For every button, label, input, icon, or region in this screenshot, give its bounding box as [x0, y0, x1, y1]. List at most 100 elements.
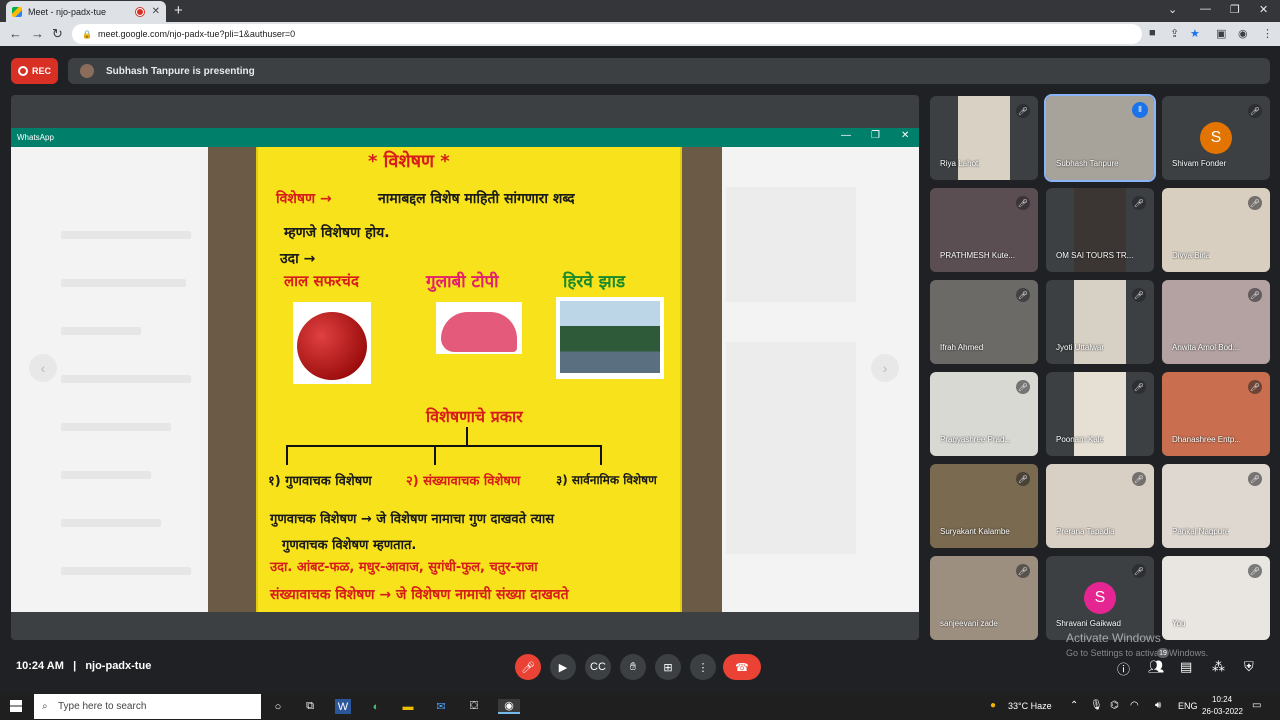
cortana-icon[interactable]: ○ — [270, 699, 286, 714]
recording-button[interactable]: REC — [11, 58, 58, 84]
microphone-off-button[interactable]: 🎤︎ — [515, 654, 541, 680]
hand-icon: ✋︎ — [629, 660, 637, 673]
store-icon[interactable]: ⛋ — [466, 699, 482, 714]
task-view-icon[interactable]: ⧉ — [302, 699, 318, 714]
windows-start-icon[interactable] — [10, 700, 22, 712]
side-panel-icon[interactable]: ▣ — [1216, 27, 1226, 40]
faded-chat-line — [61, 279, 186, 287]
mail-icon[interactable]: ✉ — [433, 699, 449, 714]
more-options-button[interactable]: ⋮ — [690, 654, 716, 680]
network-icon[interactable]: ⌬ — [1110, 700, 1119, 711]
tray-time[interactable]: 10:24 — [1212, 695, 1232, 704]
notifications-icon[interactable]: ▭ — [1252, 700, 1261, 711]
participant-tile[interactable]: 🎤︎ Suryakant Kalambe — [930, 464, 1038, 548]
profile-avatar-icon[interactable]: ◉ — [1238, 27, 1248, 40]
address-bar[interactable]: 🔒 meet.google.com/njo-padx-tue?pli=1&aut… — [72, 24, 1142, 44]
weather-icon[interactable]: ● — [990, 700, 996, 711]
new-tab-button[interactable]: + — [174, 2, 183, 19]
faded-chat-line — [61, 423, 171, 431]
faded-chat-line — [61, 375, 191, 383]
faded-media-box — [726, 187, 856, 302]
mic-muted-icon: 🎤︎ — [1132, 288, 1146, 302]
camera-button[interactable]: ▶ — [550, 654, 576, 680]
rec-label: REC — [31, 66, 51, 76]
reload-icon[interactable]: ↻ — [52, 26, 63, 42]
edge-icon[interactable]: ◐ — [368, 699, 384, 714]
taskbar-search-box[interactable]: ⌕ Type here to search — [34, 694, 261, 719]
participant-tile[interactable]: 🎤︎ Poonam Kale — [1046, 372, 1154, 456]
present-now-button[interactable]: ⊞ — [655, 654, 681, 680]
participant-tile[interactable]: 🎤︎ Dhanashree Entp... — [1162, 372, 1270, 456]
participant-tile[interactable]: 🎤︎ Divya Birla — [1162, 188, 1270, 272]
participant-tile[interactable]: 🎤︎ Riya Lahoti — [930, 96, 1038, 180]
back-arrow-icon[interactable]: ← — [9, 26, 22, 41]
participant-tile[interactable]: 🎤︎ Ifrah Ahmed — [930, 280, 1038, 364]
mic-muted-icon: 🎤︎ — [1016, 472, 1030, 486]
url-text: meet.google.com/njo-padx-tue?pli=1&authu… — [97, 29, 296, 39]
host-controls-icon[interactable]: ⛨ — [1244, 659, 1254, 675]
wifi-icon[interactable]: ◠ — [1130, 700, 1139, 711]
participant-tile[interactable]: 🎤︎ Anwita Amol Bod... — [1162, 280, 1270, 364]
raise-hand-button[interactable]: ✋︎ — [620, 654, 646, 680]
participant-tile[interactable]: 🎤︎ sanjeevani zade — [930, 556, 1038, 640]
participant-tile[interactable]: ⦀ Subhash Tanpure — [1044, 94, 1156, 182]
mic-muted-icon: 🎤︎ — [1016, 104, 1030, 118]
show-hidden-icons[interactable]: ⌃ — [1070, 700, 1078, 711]
file-explorer-icon[interactable]: ▬ — [400, 699, 416, 714]
bookmark-star-icon[interactable]: ★ — [1190, 27, 1200, 40]
windows-taskbar: ⌕ Type here to search ○ ⧉ W ◐ ▬ ✉ ⛋ ◉ ● … — [0, 693, 1280, 720]
participant-name: Anwita Amol Bod... — [1172, 343, 1240, 352]
mic-muted-icon: 🎤︎ — [1248, 196, 1262, 210]
word-icon[interactable]: W — [335, 699, 351, 714]
faded-chat-line — [61, 327, 141, 335]
poster-term: विशेषण → — [276, 191, 332, 207]
landscape-icon — [560, 301, 660, 373]
meeting-time: 10:24 AM — [16, 660, 64, 672]
people-icon[interactable]: 👥︎ — [1148, 659, 1165, 675]
participant-tile[interactable]: 🎤︎ Pragyashree Prad... — [930, 372, 1038, 456]
weather-text[interactable]: 33°C Haze — [1008, 701, 1052, 711]
shared-maximize-icon: ❐ — [871, 130, 880, 141]
participant-tile[interactable]: 🎤︎ You — [1162, 556, 1270, 640]
meeting-info[interactable]: 10:24 AM | njo-padx-tue — [16, 660, 151, 672]
faded-chat-line — [61, 471, 151, 479]
forward-arrow-icon[interactable]: → — [31, 26, 44, 41]
close-window-button[interactable]: ✕ — [1259, 3, 1268, 16]
participant-name: Divya Birla — [1172, 251, 1211, 260]
language-indicator[interactable]: ENG — [1178, 701, 1198, 711]
microphone-tray-icon[interactable]: 🎙︎ — [1090, 700, 1103, 711]
faded-media-box — [726, 342, 856, 554]
activities-icon[interactable]: ⁂ — [1212, 659, 1225, 675]
participant-name: sanjeevani zade — [940, 619, 998, 628]
participant-tile[interactable]: 🎤︎ Prerana Tapadia — [1046, 464, 1154, 548]
maximize-button[interactable]: ❐ — [1230, 3, 1240, 16]
participant-tile[interactable]: S 🎤︎ Shivam Fonder — [1162, 96, 1270, 180]
browser-tab-meet[interactable]: Meet - njo-padx-tue ✕ — [6, 1, 166, 22]
participant-tile[interactable]: 🎤︎ OM SAI TOURS TR... — [1046, 188, 1154, 272]
participant-tile[interactable]: S 🎤︎ Shravani Gaikwad — [1046, 556, 1154, 640]
participant-name: Subhash Tanpure — [1056, 159, 1119, 168]
tab-search-icon[interactable]: ⌄ — [1168, 3, 1177, 16]
captions-button[interactable]: CC — [585, 654, 611, 680]
minimize-button[interactable]: — — [1200, 3, 1211, 15]
camera-in-use-icon[interactable]: ■ — [1149, 27, 1156, 39]
cap-picture — [436, 302, 522, 354]
leave-call-button[interactable]: ☎︎ — [723, 654, 761, 680]
participant-tile[interactable]: 🎤︎ Pankaj Nagpure — [1162, 464, 1270, 548]
chrome-icon[interactable]: ◉ — [498, 699, 520, 714]
chat-icon[interactable]: ▤ — [1180, 659, 1192, 675]
participant-tile[interactable]: 🎤︎ PRATHMESH Kute... — [930, 188, 1038, 272]
activate-windows-subtitle: Go to Settings to activate Windows. — [1066, 648, 1209, 658]
kebab-menu-icon[interactable]: ⋮ — [1262, 27, 1273, 40]
participant-tile[interactable]: 🎤︎ Jyoti Uttalwar — [1046, 280, 1154, 364]
volume-icon[interactable]: 🔊︎ — [1155, 700, 1161, 711]
meeting-details-icon[interactable]: ⓘ — [1117, 659, 1130, 678]
stage-bottom-margin — [11, 612, 919, 640]
share-icon[interactable]: ⇪ — [1170, 27, 1179, 40]
whatsapp-titlebar: WhatsApp — [11, 128, 919, 147]
tab-close-icon[interactable]: ✕ — [152, 6, 160, 17]
apple-icon — [297, 312, 367, 380]
hang-up-icon: ☎︎ — [735, 661, 749, 674]
presenter-text: Subhash Tanpure is presenting — [106, 65, 255, 77]
tray-date[interactable]: 26-03-2022 — [1202, 707, 1243, 716]
